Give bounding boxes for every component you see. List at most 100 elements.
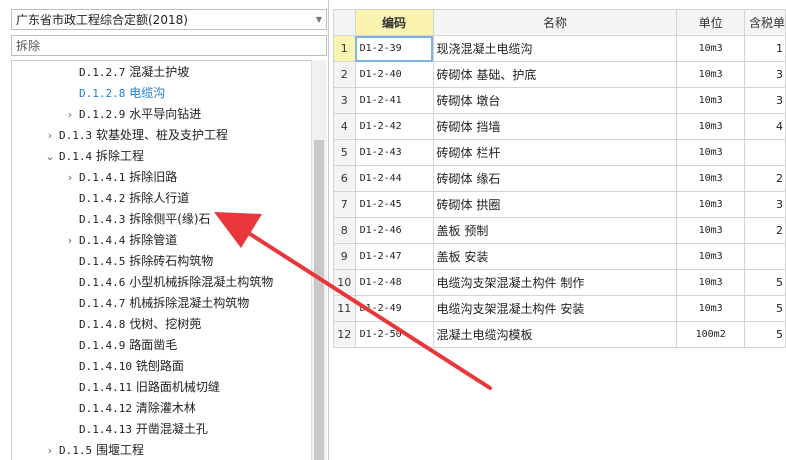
code-cell[interactable]: D1-2-43 xyxy=(354,139,434,166)
name-cell[interactable]: 砖砌体 缘石 xyxy=(432,165,678,192)
search-input[interactable] xyxy=(16,38,326,53)
price-column-header[interactable]: 含税单 xyxy=(743,9,786,36)
code-cell[interactable]: D1-2-40 xyxy=(354,61,434,88)
table-row[interactable]: 3 D1-2-41 砖砌体 墩台 10m3 3 xyxy=(333,87,786,114)
price-cell[interactable]: 2 xyxy=(743,165,786,192)
name-cell[interactable]: 盖板 预制 xyxy=(432,217,678,244)
table-row[interactable]: 8 D1-2-46 盖板 预制 10m3 2 xyxy=(333,217,786,244)
price-cell[interactable]: 3 xyxy=(743,61,786,88)
name-cell[interactable]: 电缆沟支架混凝土构件 安装 xyxy=(432,295,678,322)
tree-item[interactable]: D.1.4.3 拆除侧平(缘)石 xyxy=(12,209,311,230)
name-cell[interactable]: 砖砌体 栏杆 xyxy=(432,139,678,166)
row-number-cell[interactable]: 5 xyxy=(333,139,356,166)
tree-item[interactable]: D.1.4.12 清除灌木林 xyxy=(12,398,311,419)
price-cell[interactable] xyxy=(743,243,786,270)
chevron-right-icon[interactable]: › xyxy=(64,230,76,251)
unit-cell[interactable]: 10m3 xyxy=(676,139,745,166)
row-number-cell[interactable]: 1 xyxy=(333,35,356,62)
table-row[interactable]: 7 D1-2-45 砖砌体 拱圈 10m3 3 xyxy=(333,191,786,218)
unit-column-header[interactable]: 单位 xyxy=(676,9,745,36)
unit-cell[interactable]: 10m3 xyxy=(676,243,745,270)
table-row[interactable]: 9 D1-2-47 盖板 安装 10m3 xyxy=(333,243,786,270)
row-number-cell[interactable]: 9 xyxy=(333,243,356,270)
price-cell[interactable]: 3 xyxy=(743,87,786,114)
tree-scrollbar[interactable] xyxy=(311,60,327,460)
price-cell[interactable]: 4 xyxy=(743,113,786,140)
table-row[interactable]: 12 D1-2-50 混凝土电缆沟模板 100m2 5 xyxy=(333,321,786,348)
price-cell[interactable]: 3 xyxy=(743,191,786,218)
row-number-cell[interactable]: 4 xyxy=(333,113,356,140)
quota-library-select[interactable]: 广东省市政工程综合定额(2018) ▼ xyxy=(11,9,327,30)
unit-cell[interactable]: 10m3 xyxy=(676,87,745,114)
table-row[interactable]: 6 D1-2-44 砖砌体 缘石 10m3 2 xyxy=(333,165,786,192)
tree-item[interactable]: D.1.4.6 小型机械拆除混凝土构筑物 xyxy=(12,272,311,293)
row-number-cell[interactable]: 10 xyxy=(333,269,356,296)
name-cell[interactable]: 砖砌体 拱圈 xyxy=(432,191,678,218)
chevron-right-icon[interactable]: › xyxy=(44,125,56,146)
unit-cell[interactable]: 10m3 xyxy=(676,217,745,244)
tree-item[interactable]: D.1.4.7 机械拆除混凝土构筑物 xyxy=(12,293,311,314)
price-cell[interactable]: 5 xyxy=(743,269,786,296)
chevron-down-icon[interactable]: ⌄ xyxy=(44,146,56,167)
tree-item[interactable]: › D.1.4.1 拆除旧路 xyxy=(12,167,311,188)
price-cell[interactable]: 2 xyxy=(743,217,786,244)
table-row[interactable]: 2 D1-2-40 砖砌体 基础、护底 10m3 3 xyxy=(333,61,786,88)
price-cell[interactable]: 5 xyxy=(743,295,786,322)
unit-cell[interactable]: 10m3 xyxy=(676,61,745,88)
name-column-header[interactable]: 名称 xyxy=(432,9,678,36)
chevron-right-icon[interactable]: › xyxy=(64,104,76,125)
tree-item[interactable]: D.1.4.2 拆除人行道 xyxy=(12,188,311,209)
tree-item[interactable]: D.1.4.8 伐树、挖树蔸 xyxy=(12,314,311,335)
tree-scrollbar-thumb[interactable] xyxy=(314,140,324,460)
tree-item[interactable]: D.1.4.13 开凿混凝土孔 xyxy=(12,419,311,440)
row-number-cell[interactable]: 6 xyxy=(333,165,356,192)
code-cell[interactable]: D1-2-45 xyxy=(354,191,434,218)
unit-cell[interactable]: 10m3 xyxy=(676,165,745,192)
name-cell[interactable]: 砖砌体 墩台 xyxy=(432,87,678,114)
code-cell[interactable]: D1-2-47 xyxy=(354,243,434,270)
tree-item[interactable]: D.1.4.10 铣刨路面 xyxy=(12,356,311,377)
tree-item[interactable]: D.1.2.8 电缆沟 xyxy=(12,83,311,104)
name-cell[interactable]: 现浇混凝土电缆沟 xyxy=(432,35,678,62)
table-row[interactable]: 10 D1-2-48 电缆沟支架混凝土构件 制作 10m3 5 xyxy=(333,269,786,296)
code-cell[interactable]: D1-2-48 xyxy=(354,269,434,296)
unit-cell[interactable]: 10m3 xyxy=(676,191,745,218)
search-field[interactable] xyxy=(11,35,327,56)
table-row[interactable]: 11 D1-2-49 电缆沟支架混凝土构件 安装 10m3 5 xyxy=(333,295,786,322)
code-column-header[interactable]: 编码 xyxy=(354,9,434,36)
chevron-down-icon[interactable]: ▼ xyxy=(312,15,326,24)
price-cell[interactable]: 1 xyxy=(743,35,786,62)
price-cell[interactable] xyxy=(743,139,786,166)
table-row[interactable]: 4 D1-2-42 砖砌体 挡墙 10m3 4 xyxy=(333,113,786,140)
row-number-cell[interactable]: 2 xyxy=(333,61,356,88)
tree-item[interactable]: › D.1.2.9 水平导向钻进 xyxy=(12,104,311,125)
chevron-right-icon[interactable]: › xyxy=(44,440,56,460)
price-cell[interactable]: 5 xyxy=(743,321,786,348)
name-cell[interactable]: 盖板 安装 xyxy=(432,243,678,270)
unit-cell[interactable]: 10m3 xyxy=(676,35,745,62)
name-cell[interactable]: 电缆沟支架混凝土构件 制作 xyxy=(432,269,678,296)
code-cell[interactable]: D1-2-49 xyxy=(354,295,434,322)
tree-item[interactable]: › D.1.3 软基处理、桩及支护工程 xyxy=(12,125,311,146)
name-cell[interactable]: 砖砌体 挡墙 xyxy=(432,113,678,140)
name-cell[interactable]: 砖砌体 基础、护底 xyxy=(432,61,678,88)
row-number-cell[interactable]: 12 xyxy=(333,321,356,348)
row-number-cell[interactable]: 3 xyxy=(333,87,356,114)
code-cell[interactable]: D1-2-44 xyxy=(354,165,434,192)
table-row[interactable]: 5 D1-2-43 砖砌体 栏杆 10m3 xyxy=(333,139,786,166)
row-number-cell[interactable]: 8 xyxy=(333,217,356,244)
table-row[interactable]: 1 D1-2-39 现浇混凝土电缆沟 10m3 1 xyxy=(333,35,786,62)
tree-item[interactable]: D.1.2.7 混凝土护坡 xyxy=(12,62,311,83)
row-number-cell[interactable]: 11 xyxy=(333,295,356,322)
code-cell[interactable]: D1-2-39 xyxy=(354,35,434,62)
name-cell[interactable]: 混凝土电缆沟模板 xyxy=(432,321,678,348)
unit-cell[interactable]: 10m3 xyxy=(676,295,745,322)
row-number-cell[interactable]: 7 xyxy=(333,191,356,218)
unit-cell[interactable]: 10m3 xyxy=(676,269,745,296)
tree-item[interactable]: D.1.4.5 拆除砖石构筑物 xyxy=(12,251,311,272)
chevron-right-icon[interactable]: › xyxy=(64,167,76,188)
unit-cell[interactable]: 10m3 xyxy=(676,113,745,140)
tree-item[interactable]: ⌄ D.1.4 拆除工程 xyxy=(12,146,311,167)
code-cell[interactable]: D1-2-46 xyxy=(354,217,434,244)
code-cell[interactable]: D1-2-41 xyxy=(354,87,434,114)
